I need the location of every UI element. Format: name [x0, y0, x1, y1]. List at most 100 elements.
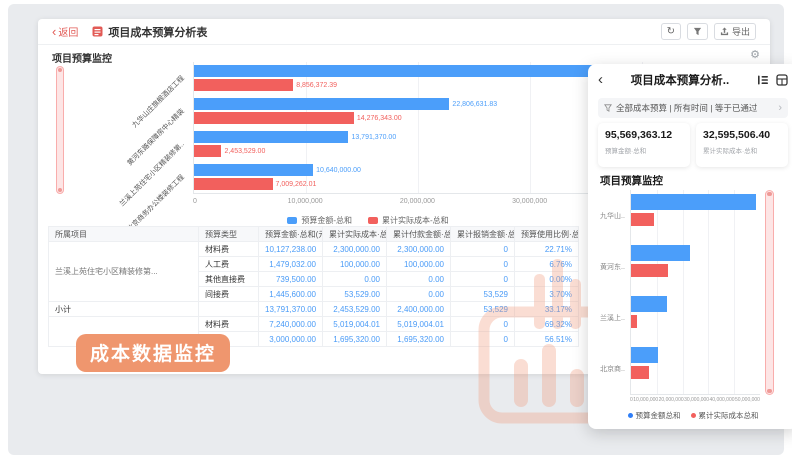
- refresh-button[interactable]: ↻: [661, 23, 681, 40]
- table-row: 兰溪上苑住宅小区精装修第... 材料费 10,127,238.00 2,300,…: [49, 242, 579, 257]
- back-button[interactable]: ‹ 返回: [52, 24, 78, 39]
- header-cell: 预算类型: [199, 227, 259, 242]
- legend-item-actual[interactable]: 累计实际成本总和: [691, 410, 759, 421]
- cell: 0.00: [323, 272, 387, 287]
- legend-dot-red: [691, 413, 696, 418]
- actual-cost-bar[interactable]: [631, 315, 637, 328]
- cell: 6.76%: [515, 257, 579, 272]
- cell: 53,529: [451, 302, 515, 317]
- legend-item-actual[interactable]: 累计实际成本-总和: [368, 215, 449, 226]
- refresh-icon: ↻: [667, 27, 675, 36]
- actual-cost-bar[interactable]: [194, 178, 273, 190]
- bar-value-label: 7,009,262.01: [276, 181, 317, 188]
- cell: 小计: [49, 302, 199, 317]
- panel-title: 项目成本预算分析..: [603, 72, 757, 88]
- cell: 56.51%: [515, 332, 579, 347]
- actual-cost-bar[interactable]: [194, 145, 221, 157]
- x-tick: 50,000,000: [735, 397, 760, 403]
- panel-category-axis: 九华山.. 黄河东.. 兰溪上.. 北京商..: [600, 190, 630, 395]
- cell: 间接费: [199, 287, 259, 302]
- cell: 10,127,238.00: [259, 242, 323, 257]
- cell: 33.17%: [515, 302, 579, 317]
- bar-group: [631, 190, 760, 241]
- cell: 2,400,000.00: [387, 302, 451, 317]
- cell: [199, 302, 259, 317]
- legend-label: 预算金额-总和: [301, 215, 352, 226]
- cell: 5,019,004.01: [323, 317, 387, 332]
- back-icon: ‹: [52, 27, 56, 37]
- funnel-icon: [693, 27, 702, 36]
- x-tick: 40,000,000: [710, 397, 735, 403]
- subtotal-row: 小计 13,791,370.00 2,453,529.00 2,400,000.…: [49, 302, 579, 317]
- actual-cost-bar[interactable]: [194, 79, 293, 91]
- bar-group: [631, 343, 760, 394]
- bar-value-label: 8,856,372.39: [296, 82, 337, 89]
- cell: 5,019,004.01: [387, 317, 451, 332]
- actual-cost-bar[interactable]: [631, 366, 649, 379]
- table-row: 材料费 7,240,000.00 5,019,004.01 5,019,004.…: [49, 317, 579, 332]
- cell: 3,000,000.00: [259, 332, 323, 347]
- legend-swatch-blue: [287, 217, 297, 224]
- cell: 739,500.00: [259, 272, 323, 287]
- bar-value-label: 2,453,529.00: [224, 148, 265, 155]
- cell: 0.00%: [515, 272, 579, 287]
- category-label: 北京商..: [600, 343, 630, 394]
- budget-bar[interactable]: [631, 194, 756, 210]
- cell: 0.00: [387, 287, 451, 302]
- bar-value-label: 13,791,370.00: [351, 134, 396, 141]
- filter-bar[interactable]: 全部成本预算 | 所有时间 | 等于已通过 ›: [598, 98, 788, 118]
- actual-cost-bar[interactable]: [194, 112, 354, 124]
- budget-bar[interactable]: [631, 245, 690, 261]
- legend-item-budget[interactable]: 预算金额-总和: [287, 215, 352, 226]
- budget-bar[interactable]: [194, 131, 348, 143]
- scrollbar-handle-bottom[interactable]: [767, 389, 772, 393]
- export-button[interactable]: 导出: [714, 23, 756, 40]
- cell: 13,791,370.00: [259, 302, 323, 317]
- x-tick: 30,000,000: [512, 198, 547, 205]
- project-cell: 兰溪上苑住宅小区精装修第...: [49, 242, 199, 302]
- grid-view-icon[interactable]: [776, 74, 788, 86]
- scrollbar-handle-top[interactable]: [767, 192, 772, 196]
- actual-cost-bar[interactable]: [631, 213, 654, 226]
- cell: 1,695,320.00: [323, 332, 387, 347]
- cell: 1,479,032.00: [259, 257, 323, 272]
- cell: 53,529.00: [323, 287, 387, 302]
- x-tick: 10,000,000: [633, 397, 658, 403]
- actual-cost-bar[interactable]: [631, 264, 668, 277]
- legend-label: 累计实际成本-总和: [382, 215, 449, 226]
- panel-section-title: 项目预算监控: [600, 173, 663, 188]
- panel-plot-area: [630, 190, 760, 395]
- budget-bar[interactable]: [194, 98, 449, 110]
- budget-bar[interactable]: [631, 296, 667, 312]
- panel-budget-chart: 九华山.. 黄河东.. 兰溪上.. 北京商..: [600, 190, 760, 395]
- header-cell: 累计实际成本·总和(元): [323, 227, 387, 242]
- settings-icon[interactable]: ⚙: [750, 49, 760, 61]
- cell: 0: [451, 272, 515, 287]
- bar-value-label: 14,276,343.00: [357, 115, 402, 122]
- filter-button[interactable]: [687, 23, 708, 40]
- funnel-icon: [604, 104, 612, 112]
- bar-value-label: 22,806,631.83: [452, 101, 497, 108]
- bar-value-label: 10,640,000.00: [316, 167, 361, 174]
- header-cell: 累计报销金额·总和(元): [451, 227, 515, 242]
- cell: 2,300,000.00: [387, 242, 451, 257]
- page-title: 项目成本预算分析表: [108, 24, 207, 40]
- stat-label: 预算金额·总和: [605, 145, 683, 155]
- mobile-preview-panel: ‹ 项目成本预算分析.. 全部成本预算 | 所有时间 | 等于已通过 › 95,…: [588, 64, 792, 429]
- app-canvas: ‹ 返回 项目成本预算分析表 ↻ 导出 项目预算监控 ⚙: [8, 4, 784, 455]
- category-label: 兰溪上..: [600, 292, 630, 343]
- cell: 其他直接费: [199, 272, 259, 287]
- top-bar: ‹ 返回 项目成本预算分析表 ↻ 导出: [38, 19, 770, 45]
- cost-monitor-badge: 成本数据监控: [76, 334, 230, 372]
- list-view-icon[interactable]: [757, 74, 769, 86]
- cell: 100,000.00: [387, 257, 451, 272]
- budget-bar[interactable]: [631, 347, 658, 363]
- budget-bar[interactable]: [194, 164, 313, 176]
- header-cell: 所属项目: [49, 227, 199, 242]
- panel-chart-scrollbar[interactable]: [765, 190, 774, 395]
- cell: 7,240,000.00: [259, 317, 323, 332]
- cell: 0: [451, 317, 515, 332]
- cell: 53,529: [451, 287, 515, 302]
- legend-item-budget[interactable]: 预算金额总和: [628, 410, 681, 421]
- cell: 0: [451, 257, 515, 272]
